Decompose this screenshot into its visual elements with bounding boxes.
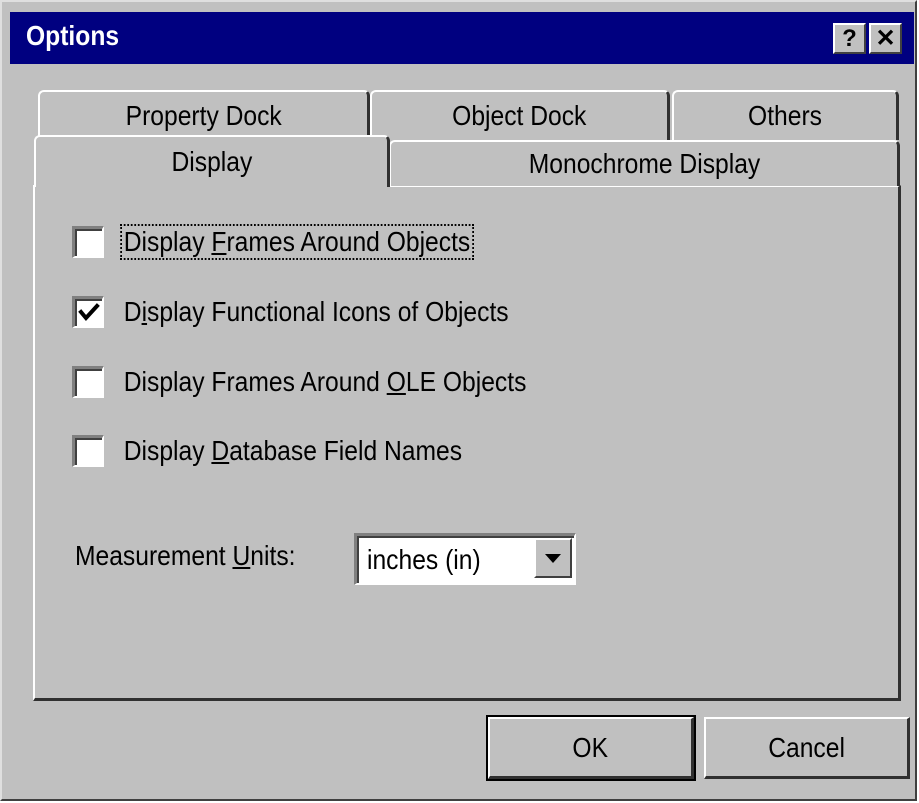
checkbox-label: Display Functional Icons of Objects	[123, 296, 509, 327]
dialog-title: Options	[26, 20, 120, 51]
selected-tab-joint	[38, 181, 385, 189]
close-icon: ✕	[875, 24, 896, 52]
close-button[interactable]: ✕	[869, 23, 902, 54]
tab-property-dock[interactable]: Property Dock	[38, 90, 370, 140]
ok-button-label: OK	[572, 731, 609, 763]
help-button[interactable]: ?	[833, 23, 866, 54]
title-bar[interactable]: Options ? ✕	[10, 12, 914, 64]
tab-label: Others	[748, 100, 822, 131]
checkbox-database-field-names[interactable]	[72, 435, 104, 467]
checkbox-row-database-field-names[interactable]: Display Database Field Names	[72, 431, 510, 471]
chevron-down-icon	[545, 553, 561, 563]
checkbox-label: Display Database Field Names	[123, 435, 463, 466]
checkbox-row-frames-around-ole[interactable]: Display Frames Around OLE Objects	[72, 362, 584, 402]
checkmark-icon	[77, 302, 100, 321]
tab-display[interactable]: Display	[34, 135, 390, 187]
dropdown-value: inches (in)	[367, 544, 481, 575]
help-icon: ?	[842, 24, 857, 52]
checkbox-functional-icons[interactable]	[72, 296, 104, 328]
dropdown-arrow-button[interactable]	[534, 538, 572, 578]
checkbox-label: Display Frames Around OLE Objects	[123, 366, 527, 397]
tab-label: Property Dock	[125, 100, 282, 131]
measurement-units-label: Measurement Units:	[75, 540, 296, 571]
tab-label: Object Dock	[452, 100, 587, 131]
checkbox-frames-around-objects[interactable]	[72, 226, 104, 258]
measurement-units-dropdown[interactable]: inches (in)	[354, 533, 576, 585]
cancel-button[interactable]: Cancel	[704, 717, 910, 779]
tab-object-dock[interactable]: Object Dock	[370, 90, 670, 140]
checkbox-row-functional-icons[interactable]: Display Functional Icons of Objects	[72, 292, 563, 332]
ok-button[interactable]: OK	[486, 715, 696, 781]
checkbox-frames-around-ole[interactable]	[72, 366, 104, 398]
tab-label: Display	[171, 146, 252, 177]
tab-monochrome-display[interactable]: Monochrome Display	[389, 140, 900, 186]
tab-others[interactable]: Others	[672, 90, 899, 140]
tab-label: Monochrome Display	[528, 148, 760, 179]
checkbox-label: Display Frames Around Objects	[120, 224, 474, 260]
cancel-button-label: Cancel	[768, 731, 845, 763]
checkbox-row-frames-around-objects[interactable]: Display Frames Around Objects	[72, 222, 520, 262]
